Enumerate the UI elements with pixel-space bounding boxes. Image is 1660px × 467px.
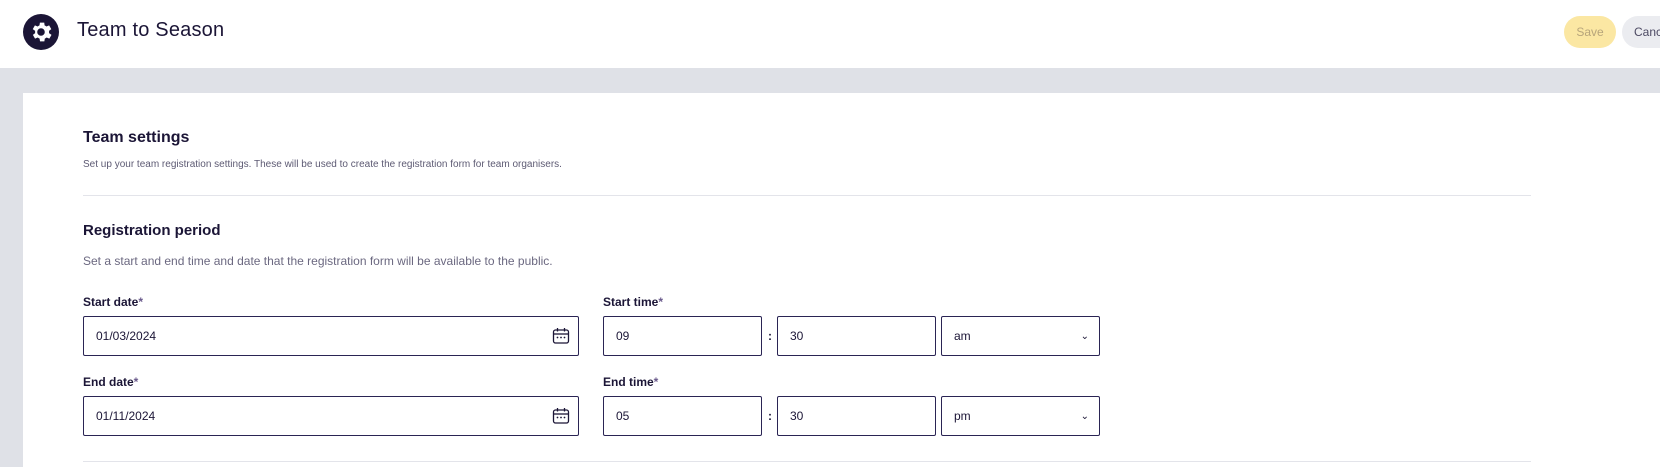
start-date-label: Start date*	[83, 295, 144, 309]
cancel-button[interactable]: Cancel	[1622, 16, 1660, 48]
chevron-down-icon: ⌄	[1080, 330, 1089, 342]
start-time-label: Start time*	[603, 295, 664, 309]
start-hour-input[interactable]: 09	[603, 316, 762, 356]
end-date-input[interactable]: 01/11/2024	[83, 396, 579, 436]
registration-period-title: Registration period	[83, 222, 221, 239]
start-meridiem-value: am	[954, 329, 971, 343]
save-button[interactable]: Save	[1564, 16, 1616, 48]
end-meridiem-select[interactable]: pm ⌄	[941, 396, 1100, 436]
gear-icon	[23, 14, 59, 50]
start-date-value: 01/03/2024	[96, 329, 157, 343]
settings-panel: Team settings Set up your team registrat…	[23, 93, 1660, 467]
divider	[83, 461, 1531, 462]
time-separator: :	[768, 329, 772, 343]
team-settings-title: Team settings	[83, 129, 190, 146]
page-title: Team to Season	[77, 19, 225, 41]
end-date-value: 01/11/2024	[96, 409, 156, 423]
calendar-icon[interactable]	[552, 327, 570, 345]
end-meridiem-value: pm	[954, 409, 971, 423]
time-separator: :	[768, 409, 772, 423]
end-time-label: End time*	[603, 375, 659, 389]
start-minute-input[interactable]: 30	[777, 316, 936, 356]
end-hour-input[interactable]: 05	[603, 396, 762, 436]
start-meridiem-select[interactable]: am ⌄	[941, 316, 1100, 356]
registration-period-description: Set a start and end time and date that t…	[83, 254, 553, 268]
end-minute-input[interactable]: 30	[777, 396, 936, 436]
chevron-down-icon: ⌄	[1080, 410, 1089, 422]
top-bar: Team to Season Save Cancel	[0, 0, 1660, 68]
end-date-label: End date*	[83, 375, 139, 389]
calendar-icon[interactable]	[552, 407, 570, 425]
team-settings-description: Set up your team registration settings. …	[83, 159, 562, 170]
start-date-input[interactable]: 01/03/2024	[83, 316, 579, 356]
divider	[83, 195, 1531, 196]
